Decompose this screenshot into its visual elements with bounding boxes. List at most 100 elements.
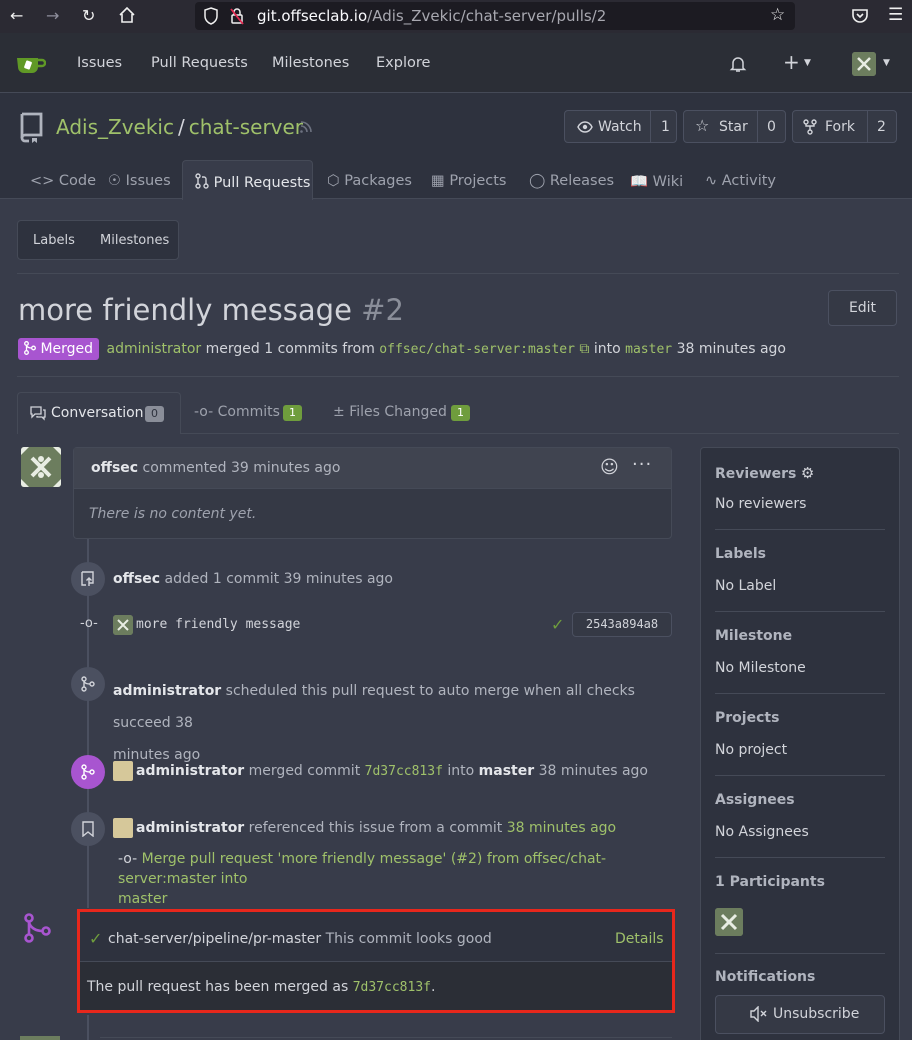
tab-files-changed[interactable]: ± Files Changed [333,404,447,420]
fork-button[interactable]: Fork 2 [792,110,897,143]
pr-title: more friendly message [18,293,352,327]
gitea-logo-icon[interactable] [16,53,47,79]
event-author[interactable]: administrator [113,683,221,699]
url-bar[interactable]: git.offseclab.io/Adis_Zvekic/chat-server… [195,2,795,30]
conversation-label: Conversation [51,405,144,421]
edit-button[interactable]: Edit [828,290,897,326]
labels-heading[interactable]: Labels [715,546,766,562]
merged-sha-link[interactable]: 7d37cc813f [353,980,431,995]
reviewers-heading[interactable]: Reviewers ⚙ [715,464,814,482]
merger-link[interactable]: administrator [107,341,202,357]
nav-issues[interactable]: Issues [77,55,122,71]
pocket-icon[interactable] [851,7,869,29]
milestones-button[interactable]: Milestones [100,233,169,248]
avatar[interactable] [113,761,133,781]
check-name: chat-server/pipeline/pr-master [108,931,322,947]
more-options-icon[interactable]: ··· [632,454,652,475]
watch-count[interactable]: 1 [661,119,670,135]
commit-sha-button[interactable]: 2543a894a8 [572,612,672,637]
tab-projects[interactable]: ▦ Projects [431,173,506,189]
projects-value: No project [715,742,788,758]
comment-icon [30,406,46,425]
repo-owner-link[interactable]: Adis_Zvekic [56,115,174,139]
projects-heading[interactable]: Projects [715,710,779,726]
back-icon[interactable]: ← [10,6,23,25]
divider [180,433,899,434]
divider [715,529,885,530]
star-button[interactable]: ☆ Star 0 [683,110,786,143]
bookmark-star-icon[interactable]: ☆ [770,5,785,25]
event-merged-commit: administrator merged commit 7d37cc813f i… [136,763,648,779]
gear-icon[interactable]: ⚙ [801,464,814,482]
event-author[interactable]: offsec [113,571,160,587]
home-icon[interactable] [118,6,136,28]
avatar[interactable] [113,818,133,838]
check-status-text: This commit looks good [325,931,492,947]
tab-commits[interactable]: -o- Commits [194,404,280,420]
tab-conversation[interactable]: Conversation 0 [17,392,181,434]
tab-wiki[interactable]: 📖 Wiki [630,173,683,190]
milestone-heading[interactable]: Milestone [715,628,792,644]
copy-icon[interactable]: ⧉ [579,341,589,357]
comment-author[interactable]: offsec [91,460,138,476]
commits-count: 1 [283,405,302,421]
details-link[interactable]: Details [615,931,664,947]
bell-icon[interactable] [729,55,747,77]
reaction-icon[interactable]: ☺ [600,457,619,478]
chevron-down-icon[interactable]: ▼ [883,58,890,68]
watch-button[interactable]: Watch 1 [564,110,677,143]
check-icon[interactable]: ✓ [551,615,564,634]
milestone-value: No Milestone [715,660,806,676]
bookmark-icon [82,821,94,837]
avatar[interactable] [113,615,133,635]
reference-commit-link[interactable]: -o- Merge pull request 'more friendly me… [118,849,678,909]
tab-issues[interactable]: ☉ Issues [108,173,171,189]
merged-time: 38 minutes ago [676,341,786,357]
commit-icon: -o- [80,616,98,631]
base-branch-link[interactable]: master [625,342,672,357]
tag-icon: ◯ [529,173,546,189]
merge-commit-link[interactable]: 7d37cc813f [365,764,443,779]
labels-button[interactable]: Labels [33,233,75,248]
shield-icon[interactable] [203,7,219,29]
star-count[interactable]: 0 [767,119,776,135]
tab-packages[interactable]: ⬡ Packages [327,173,412,189]
rss-icon[interactable] [299,120,313,138]
mute-icon [750,1005,768,1026]
assignees-value: No Assignees [715,824,809,840]
unsubscribe-button[interactable]: Unsubscribe [715,995,885,1034]
menu-icon[interactable]: ☰ [888,5,903,25]
nav-milestones[interactable]: Milestones [272,55,349,71]
reload-icon[interactable]: ↻ [82,6,95,25]
tab-code[interactable]: <> Code [30,173,96,189]
tab-activity[interactable]: ∿ Activity [705,173,776,189]
participant-avatar[interactable] [715,908,743,936]
fork-icon [803,119,817,139]
tab-pull-requests[interactable]: Pull Requests [195,173,310,191]
commit-message-link[interactable]: more friendly message [136,617,300,632]
pulse-icon: ∿ [705,173,718,189]
avatar[interactable] [21,447,61,487]
check-status: chat-server/pipeline/pr-master This comm… [108,931,492,947]
git-merge-icon [81,676,95,692]
nav-explore[interactable]: Explore [376,55,430,71]
chevron-down-icon[interactable]: ▼ [804,58,811,68]
project-icon: ▦ [431,173,445,189]
reference-time-link[interactable]: 38 minutes ago [507,820,616,836]
divider [715,953,885,954]
forward-icon[interactable]: → [46,6,59,25]
repo-name-link[interactable]: chat-server [189,115,303,139]
event-icon-circle [71,812,105,846]
insecure-lock-icon[interactable] [229,7,245,29]
watch-label: Watch [598,119,642,135]
user-avatar[interactable] [852,52,876,76]
event-author[interactable]: administrator [136,820,244,836]
event-author[interactable]: administrator [136,763,244,779]
head-branch-link[interactable]: offsec/chat-server:master [379,342,575,357]
tab-releases[interactable]: ◯ Releases [529,173,614,189]
fork-count[interactable]: 2 [877,119,886,135]
nav-pull-requests[interactable]: Pull Requests [151,55,248,71]
create-plus-icon[interactable]: + [783,50,800,74]
divider [715,857,885,858]
assignees-heading[interactable]: Assignees [715,792,795,808]
